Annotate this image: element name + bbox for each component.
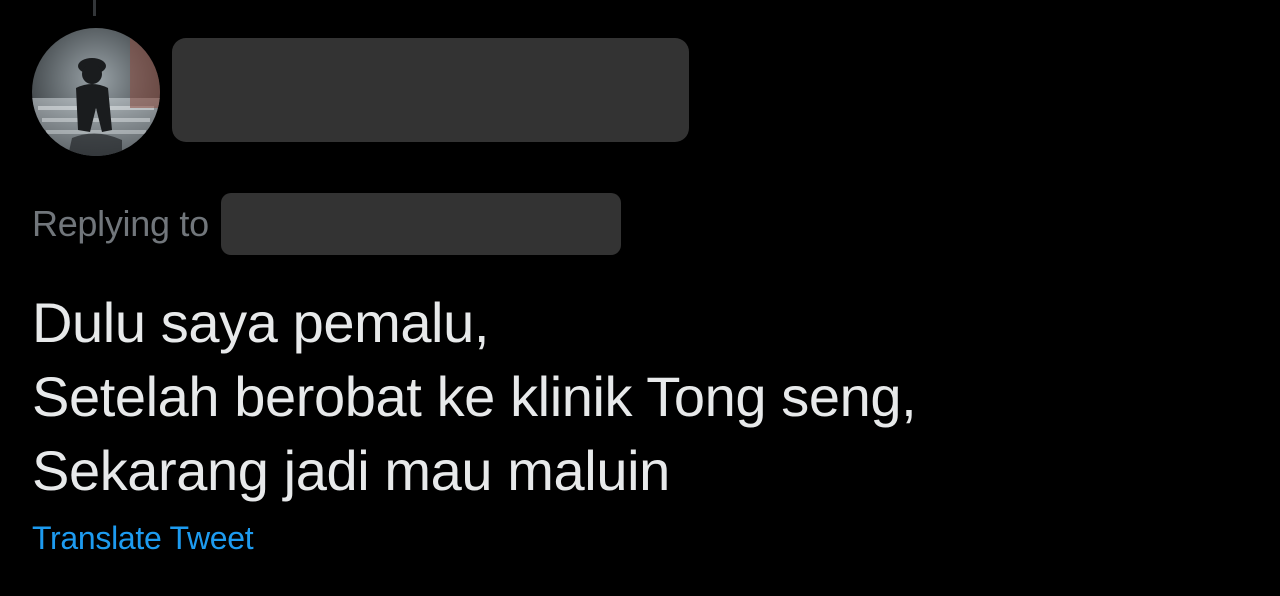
replying-to-row: Replying to — [32, 193, 621, 255]
avatar[interactable] — [32, 28, 160, 156]
reply-handle-redaction[interactable] — [220, 193, 621, 255]
tweet-text: Dulu saya pemalu, Setelah berobat ke kli… — [32, 286, 1252, 508]
author-name-redaction — [172, 38, 689, 142]
tweet-text-line: Setelah berobat ke klinik Tong seng, — [32, 365, 917, 428]
tweet-text-line: Dulu saya pemalu, — [32, 291, 490, 354]
tweet-text-line: Sekarang jadi mau maluin — [32, 439, 670, 502]
translate-tweet-link[interactable]: Translate Tweet — [32, 520, 254, 557]
replying-to-label: Replying to — [32, 203, 209, 244]
thread-connector-line — [93, 0, 96, 16]
user-avatar-icon — [32, 28, 160, 156]
